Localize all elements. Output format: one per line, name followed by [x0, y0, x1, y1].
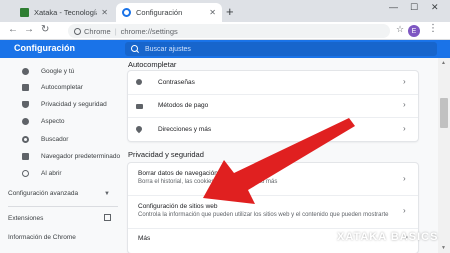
browser-icon: [22, 153, 29, 160]
maximize-button[interactable]: ☐: [410, 2, 418, 13]
kebab-menu-icon[interactable]: ⋮: [428, 23, 438, 34]
row-passwords[interactable]: Contraseñas ›: [128, 71, 418, 94]
tab-title: Xataka - Tecnología y gadgets, m: [34, 8, 98, 17]
address-separator: |: [114, 26, 117, 36]
row-clear-browsing-data[interactable]: Borrar datos de navegación Borra el hist…: [128, 163, 418, 195]
sidebar-item-google[interactable]: Google y tú: [22, 68, 74, 75]
page-title: Configuración: [14, 43, 75, 53]
arrow-right-icon: ›: [403, 100, 406, 109]
scrollbar-thumb[interactable]: [440, 98, 448, 128]
sidebar-item-appearance[interactable]: Aspecto: [22, 118, 65, 125]
settings-header: Configuración Buscar ajustes: [0, 40, 450, 58]
sidebar-item-label: Buscador: [41, 136, 69, 143]
location-pin-icon: [134, 124, 144, 134]
credit-card-icon: [136, 104, 143, 109]
sidebar-item-label: Google y tú: [41, 68, 75, 75]
tab-title: Configuración: [136, 8, 183, 17]
row-label: Direcciones y más: [158, 126, 212, 133]
search-placeholder: Buscar ajustes: [145, 45, 191, 53]
close-icon[interactable]: ✕: [209, 8, 216, 17]
sidebar-divider: [8, 206, 118, 207]
sidebar-item-label: Al abrir: [41, 170, 62, 177]
row-title: Más: [138, 235, 151, 242]
arrow-right-icon: ›: [403, 77, 406, 86]
graduation-cap-icon: [318, 231, 332, 241]
gear-icon: [122, 8, 131, 17]
row-title: Configuración de sitios web: [138, 203, 218, 210]
sidebar-advanced-toggle[interactable]: Configuración avanzada: [8, 190, 78, 197]
chevron-down-icon[interactable]: ▼: [104, 191, 110, 197]
address-url[interactable]: chrome://settings: [121, 27, 178, 36]
person-icon: [22, 68, 29, 75]
sidebar-item-about[interactable]: Información de Chrome: [8, 234, 76, 241]
sidebar-item-extensions[interactable]: Extensiones: [8, 215, 43, 222]
row-addresses[interactable]: Direcciones y más ›: [128, 118, 418, 141]
autofill-card: Contraseñas › Métodos de pago › Direccio…: [128, 71, 418, 141]
minimize-button[interactable]: —: [389, 2, 398, 12]
sidebar-item-label: Navegador predeterminado: [41, 153, 121, 160]
power-icon: [22, 170, 29, 177]
search-input[interactable]: Buscar ajustes: [125, 42, 437, 56]
row-site-settings[interactable]: Configuración de sitios web Controla la …: [128, 196, 418, 228]
forward-arrow-icon[interactable]: →: [24, 24, 34, 35]
row-payment-methods[interactable]: Métodos de pago ›: [128, 95, 418, 117]
tab-xataka[interactable]: Xataka - Tecnología y gadgets, m ✕: [14, 3, 114, 22]
sidebar-item-label: Autocompletar: [41, 84, 83, 91]
back-arrow-icon[interactable]: ←: [8, 24, 18, 35]
close-icon[interactable]: ✕: [101, 8, 108, 17]
section-heading-autofill: Autocompletar: [128, 60, 177, 69]
chrome-logo-icon: [74, 27, 81, 35]
section-heading-privacy: Privacidad y seguridad: [128, 150, 204, 159]
sidebar-item-label: Aspecto: [41, 118, 65, 125]
settings-content: Google y tú Autocompletar Privacidad y s…: [0, 58, 450, 253]
row-label: Métodos de pago: [158, 102, 209, 109]
sidebar-item-label: Privacidad y seguridad: [41, 101, 107, 108]
external-link-icon: [104, 214, 111, 221]
sidebar-item-default-browser[interactable]: Navegador predeterminado: [22, 153, 120, 160]
sidebar-item-privacy[interactable]: Privacidad y seguridad: [22, 101, 107, 108]
new-tab-button[interactable]: +: [226, 4, 234, 19]
chrome-badge: Chrome: [74, 27, 111, 36]
scrollbar[interactable]: ▲ ▼: [438, 58, 450, 253]
arrow-right-icon: ›: [403, 174, 406, 183]
xataka-favicon-icon: [20, 8, 29, 17]
reload-icon[interactable]: ↻: [41, 24, 49, 35]
browser-toolbar: ← → ↻ Chrome | chrome://settings ☆ E ⋮: [0, 22, 450, 40]
arrow-right-icon: ›: [403, 206, 406, 215]
chrome-badge-label: Chrome: [84, 26, 111, 36]
avatar[interactable]: E: [408, 25, 420, 37]
clipboard-icon: [22, 84, 29, 91]
sidebar-item-search-engine[interactable]: Buscador: [22, 136, 68, 143]
scroll-down-icon[interactable]: ▼: [441, 245, 446, 251]
shield-icon: [22, 101, 29, 108]
search-icon: [22, 136, 29, 143]
watermark-text: XATAKA BASICS: [337, 231, 439, 243]
arrow-right-icon: ›: [403, 124, 406, 133]
row-label: Contraseñas: [158, 79, 195, 86]
sidebar-item-autofill[interactable]: Autocompletar: [22, 84, 83, 91]
sidebar: Google y tú Autocompletar Privacidad y s…: [0, 58, 125, 253]
key-icon: [136, 79, 142, 85]
sidebar-item-on-startup[interactable]: Al abrir: [22, 170, 62, 177]
bookmark-star-icon[interactable]: ☆: [396, 24, 404, 35]
row-subtitle: Borra el historial, las cookies, la cach…: [138, 179, 278, 185]
tab-configuracion[interactable]: Configuración ✕: [116, 3, 222, 22]
address-bar[interactable]: Chrome | chrome://settings: [68, 24, 390, 38]
close-window-button[interactable]: ✕: [431, 2, 439, 13]
search-icon: [131, 45, 139, 53]
palette-icon: [22, 118, 29, 125]
row-title: Borrar datos de navegación: [138, 170, 218, 177]
row-subtitle: Controla la información que pueden utili…: [138, 212, 389, 218]
scroll-up-icon[interactable]: ▲: [441, 60, 446, 66]
watermark: XATAKA BASICS: [318, 231, 438, 243]
tab-strip: Xataka - Tecnología y gadgets, m ✕ Confi…: [0, 0, 450, 22]
